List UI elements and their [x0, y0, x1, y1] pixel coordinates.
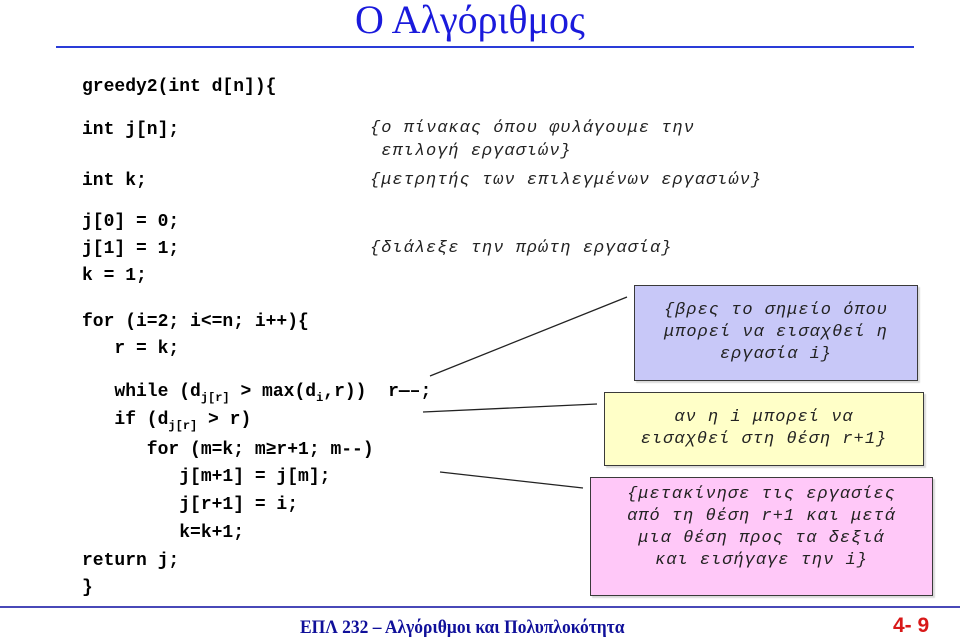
code-insert: j[r+1] = i;: [82, 495, 299, 515]
code-assign-r: r = k;: [82, 339, 180, 359]
callout-shift-line3: μια θέση προς τα δεξιά: [638, 529, 885, 548]
callout-if-line1: αν η i μπορεί να: [674, 408, 854, 427]
code-decl-j: int j[n];: [82, 120, 180, 140]
code-signature: greedy2(int d[n]){: [82, 77, 277, 97]
code-while: while (dj[r] > max(di,r)) r—–;: [82, 381, 432, 405]
code-while-mid: > max(d: [229, 382, 317, 402]
code-close-brace: }: [82, 578, 93, 598]
code-shift: j[m+1] = j[m];: [82, 467, 331, 487]
title-underline: [56, 46, 914, 48]
comment-counter: {μετρητής των επιλεγμένων εργασιών}: [370, 171, 763, 190]
footer-course-title: ΕΠΛ 232 – Αλγόριθμοι και Πολυπλοκότητα: [300, 617, 625, 638]
code-init-j1: j[1] = 1;: [82, 239, 180, 259]
code-while-pre: while (d: [82, 382, 201, 402]
callout-find-line2: μπορεί να εισαχθεί η: [663, 323, 889, 342]
code-while-sub1: j[r]: [200, 391, 230, 405]
connector-find: [429, 296, 628, 377]
footer-divider: [0, 606, 960, 608]
code-return: return j;: [82, 551, 180, 571]
callout-shift-insert: {μετακίνησε τις εργασίες από τη θέση r+1…: [590, 477, 933, 596]
code-for-outer: for (i=2; i<=n; i++){: [82, 312, 309, 332]
code-for-inner: for (m=k; m≥r+1; m--): [82, 440, 374, 460]
code-if-post: > r): [197, 410, 252, 430]
callout-if-insertable: αν η i μπορεί να εισαχθεί στη θέση r+1}: [604, 392, 924, 466]
code-if-sub: j[r]: [168, 419, 198, 433]
code-if: if (dj[r] > r): [82, 409, 252, 433]
callout-shift-line4: και εισήγαγε την i}: [655, 551, 868, 570]
code-decl-k: int k;: [82, 171, 147, 191]
callout-find-line1: {βρες το σημείο όπου: [663, 301, 889, 320]
callout-find-position: {βρες το σημείο όπου μπορεί να εισαχθεί …: [634, 285, 918, 381]
code-incr: k=k+1;: [82, 523, 245, 543]
callout-find-line3: εργασία i}: [719, 345, 833, 364]
connector-if: [422, 403, 598, 413]
code-if-pre: if (d: [82, 410, 169, 430]
comment-first-job: {διάλεξε την πρώτη εργασία}: [370, 239, 673, 258]
code-init-k: k = 1;: [82, 266, 147, 286]
callout-shift-line2: από τη θέση r+1 και μετά: [627, 507, 896, 526]
callout-shift-line1: {μετακίνησε τις εργασίες: [627, 485, 896, 504]
comment-array-line1: {ο πίνακας όπου φυλάγουμε την: [370, 119, 695, 138]
page-number: 4- 9: [893, 614, 930, 637]
slide-title: Ο Αλγόριθμος: [355, 0, 585, 42]
connector-shift: [439, 471, 584, 489]
comment-array-line2: επιλογή εργασιών}: [370, 142, 572, 161]
callout-if-line2: εισαχθεί στη θέση r+1}: [640, 430, 888, 449]
code-while-post: ,r)) r—–;: [323, 382, 432, 402]
code-init-j0: j[0] = 0;: [82, 212, 180, 232]
